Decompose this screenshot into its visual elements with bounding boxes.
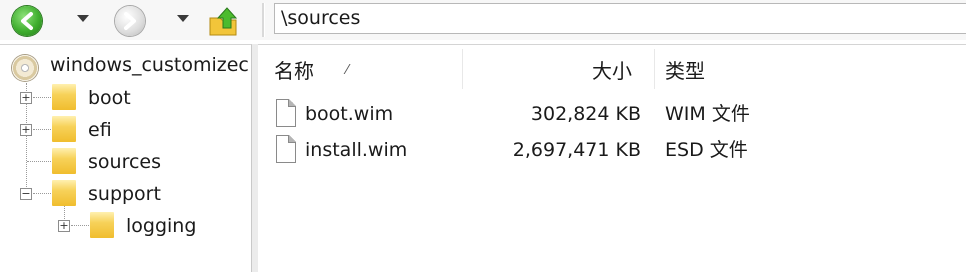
toolbar: \sources xyxy=(0,0,966,40)
tree-item-label: sources xyxy=(88,151,161,173)
forward-arrow-icon xyxy=(124,12,136,30)
tree-item-label: efi xyxy=(88,119,112,141)
file-name: boot.wim xyxy=(305,103,394,125)
forward-button[interactable] xyxy=(115,6,145,36)
up-folder-button[interactable] xyxy=(207,4,241,38)
column-header-size[interactable]: 大小 xyxy=(592,57,632,85)
tree-connector xyxy=(27,161,51,162)
tree-item-label: support xyxy=(88,183,161,205)
column-header-type[interactable]: 类型 xyxy=(665,57,705,85)
tree-connector xyxy=(33,193,51,194)
folder-icon xyxy=(52,84,76,110)
file-icon xyxy=(276,135,296,163)
forward-dropdown-icon[interactable] xyxy=(176,13,190,23)
sort-indicator-icon: ⁄ xyxy=(346,63,349,78)
tree-root-label: windows_customizec xyxy=(50,54,249,76)
file-type: ESD 文件 xyxy=(665,139,748,161)
file-icon xyxy=(276,99,296,127)
expand-icon[interactable]: + xyxy=(20,92,32,104)
address-bar[interactable]: \sources xyxy=(274,3,966,34)
column-separator[interactable] xyxy=(654,49,655,89)
tree-item-label: logging xyxy=(126,215,197,237)
column-separator[interactable] xyxy=(462,49,463,89)
collapse-icon[interactable]: − xyxy=(20,188,32,200)
tree-item-efi[interactable]: + efi xyxy=(0,114,251,144)
cd-drive-icon xyxy=(12,55,38,81)
folder-icon xyxy=(90,212,114,238)
tree-root[interactable]: windows_customizec xyxy=(0,49,251,81)
tree-connector xyxy=(71,225,89,226)
tree-item-boot[interactable]: + boot xyxy=(0,82,251,112)
folder-tree: windows_customizec + boot + efi sources … xyxy=(0,44,252,272)
file-size: 2,697,471 KB xyxy=(512,139,641,161)
tree-connector xyxy=(33,97,51,98)
toolbar-separator xyxy=(262,3,265,37)
folder-icon xyxy=(52,116,76,142)
tree-item-sources[interactable]: sources xyxy=(0,146,251,176)
file-list: 名称 ⁄ 大小 类型 boot.wim 302,824 KB WIM 文件 in… xyxy=(258,44,966,272)
expand-icon[interactable]: + xyxy=(58,220,70,232)
column-header-name[interactable]: 名称 xyxy=(274,57,314,85)
column-header-row: 名称 ⁄ 大小 类型 xyxy=(258,45,966,97)
file-type: WIM 文件 xyxy=(665,103,750,125)
file-row[interactable]: install.wim 2,697,471 KB ESD 文件 xyxy=(258,133,966,167)
file-row[interactable]: boot.wim 302,824 KB WIM 文件 xyxy=(258,97,966,131)
back-arrow-icon xyxy=(21,12,33,30)
back-button[interactable] xyxy=(12,6,42,36)
tree-item-logging[interactable]: + logging xyxy=(0,210,251,240)
file-size: 302,824 KB xyxy=(530,103,641,125)
file-name: install.wim xyxy=(305,139,408,161)
tree-connector xyxy=(33,129,51,130)
folder-icon xyxy=(52,180,76,206)
up-folder-icon xyxy=(209,7,238,36)
tree-item-support[interactable]: − support xyxy=(0,178,251,208)
folder-icon xyxy=(52,148,76,174)
tree-item-label: boot xyxy=(88,87,131,109)
expand-icon[interactable]: + xyxy=(20,124,32,136)
back-dropdown-icon[interactable] xyxy=(76,13,90,23)
